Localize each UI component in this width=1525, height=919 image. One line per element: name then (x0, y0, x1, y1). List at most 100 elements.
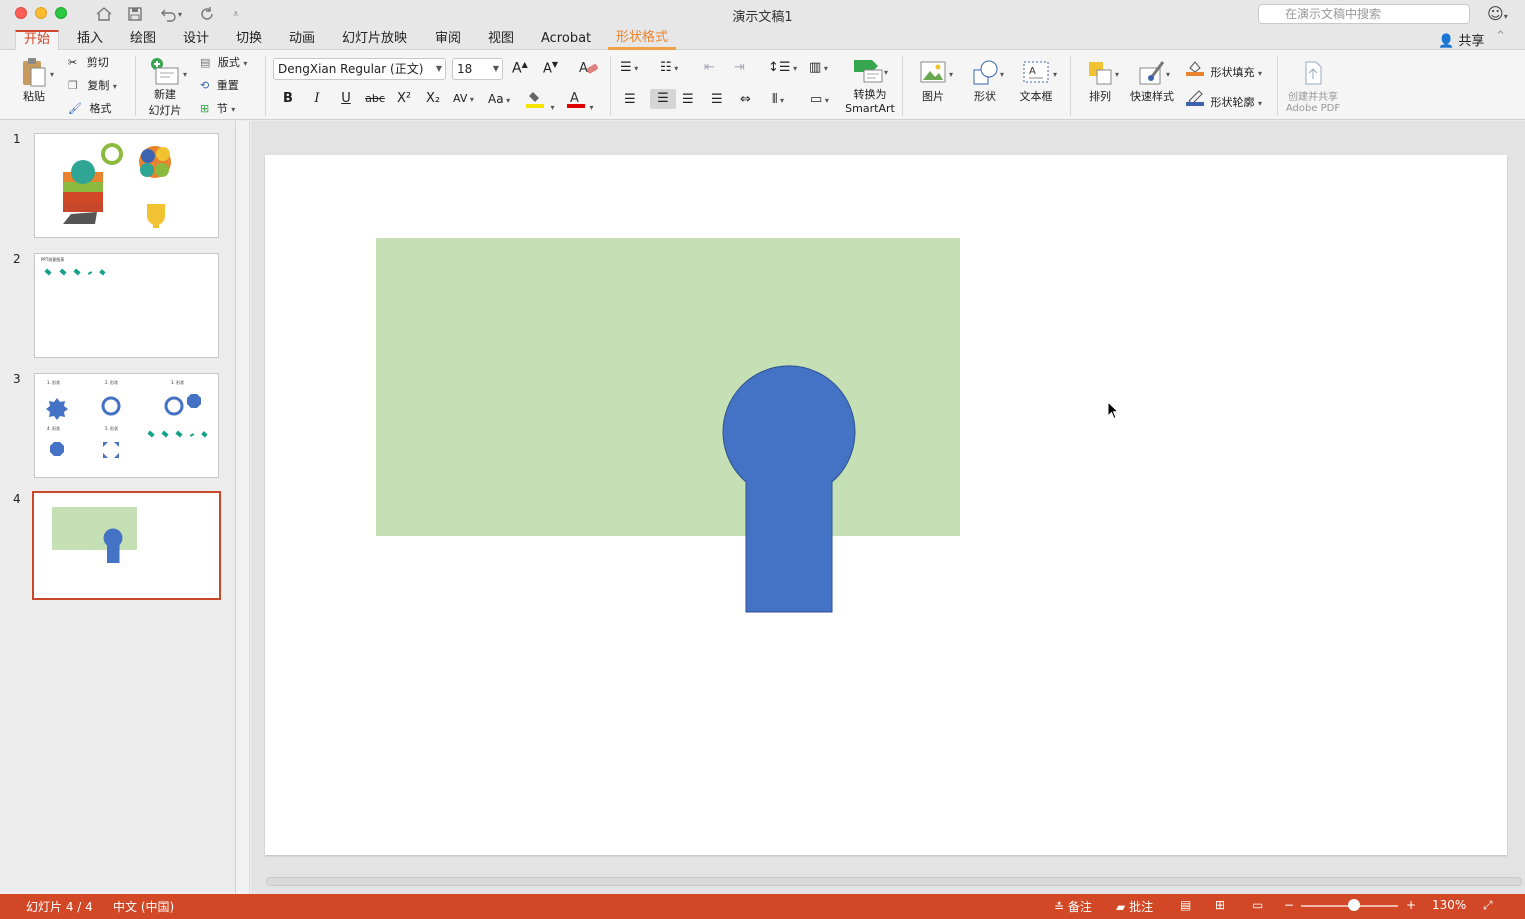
slide-sorter-icon[interactable]: ⊞ (1215, 898, 1225, 912)
format-painter-button[interactable]: 🖌 格式 (68, 100, 111, 116)
font-color-icon[interactable]: A ▾ (566, 90, 594, 113)
change-case-icon[interactable]: Aa ▾ (488, 92, 510, 106)
increase-indent-icon[interactable]: ⇥ (734, 60, 745, 75)
slide-thumbnail-1[interactable] (34, 133, 219, 238)
close-window-button[interactable] (15, 7, 27, 19)
zoom-in-icon[interactable]: + (1406, 898, 1416, 912)
share-button[interactable]: 👤 共享 (1438, 30, 1484, 49)
customize-toolbar-icon[interactable]: ⩡ (233, 4, 239, 24)
tab-transitions[interactable]: 切换 (228, 30, 270, 50)
zoom-window-button[interactable] (55, 7, 67, 19)
strikethrough-button[interactable]: abc (362, 89, 388, 109)
paste-dropdown-icon[interactable]: ▾ (50, 70, 54, 79)
shapes-button[interactable]: 形状 (964, 58, 1006, 104)
tab-shape-format[interactable]: 形状格式 (608, 30, 677, 50)
justify-icon[interactable]: ☰ (711, 92, 723, 107)
underline-button[interactable]: U (333, 89, 359, 109)
tab-animations[interactable]: 动画 (281, 30, 323, 50)
create-share-pdf-button[interactable]: 创建并共享 Adobe PDF (1283, 58, 1343, 114)
quick-styles-button[interactable]: 快速样式 (1128, 58, 1176, 104)
layout-button[interactable]: ▤ 版式 ▾ (200, 54, 247, 70)
tab-view[interactable]: 视图 (480, 30, 522, 50)
paste-icon (23, 58, 46, 87)
slide-content (376, 238, 960, 613)
distribute-icon[interactable]: ⇔ (740, 92, 751, 107)
align-right-icon[interactable]: ☰ (682, 92, 694, 107)
feedback-smiley-icon[interactable]: ☺▾ (1487, 4, 1508, 23)
text-direction-icon[interactable]: ⫴ ▾ (772, 92, 784, 107)
align-text-icon[interactable]: ▭ ▾ (810, 92, 829, 107)
section-button[interactable]: ⊞ 节 ▾ (200, 100, 235, 116)
convert-smartart-label-1: 转换为 (853, 88, 887, 101)
italic-button[interactable]: I (304, 89, 330, 109)
undo-dropdown-icon[interactable]: ▾ (178, 10, 182, 19)
smartart-dropdown-icon[interactable]: ▾ (884, 68, 888, 77)
tab-slideshow[interactable]: 幻灯片放映 (334, 30, 415, 50)
search-input[interactable]: 在演示文稿中搜索 (1258, 4, 1470, 24)
textbox-button[interactable]: A 文本框 (1015, 58, 1057, 104)
convert-smartart-button[interactable]: 转换为 SmartArt (844, 56, 896, 115)
decrease-font-icon[interactable]: A▼ (543, 60, 558, 76)
slide-thumbnail-2[interactable]: PPT创意图表 (34, 253, 219, 358)
align-left-icon[interactable]: ☰ (624, 92, 636, 107)
copy-button[interactable]: ❐ 复制 ▾ (68, 77, 117, 93)
increase-font-icon[interactable]: A▲ (512, 60, 528, 77)
textbox-label: 文本框 (1019, 90, 1053, 103)
tab-acrobat[interactable]: Acrobat (533, 30, 599, 50)
slide-thumbnail-3[interactable]: 1. 形状 2. 形状 3. 形状 4. 形状 5. 形状 (34, 373, 219, 478)
slide-thumbnail-4[interactable] (32, 491, 221, 600)
undo-icon[interactable]: ▾ (160, 4, 182, 24)
shape-outline-button[interactable]: 形状轮廓 ▾ (1186, 90, 1262, 110)
char-spacing-icon[interactable]: AV ▾ (453, 92, 474, 105)
collapse-ribbon-icon[interactable]: ⌃ (1495, 29, 1506, 44)
slideshow-view-icon[interactable]: ▭ (1252, 898, 1263, 912)
save-icon[interactable] (127, 4, 143, 24)
language-indicator[interactable]: 中文 (中国) (113, 898, 174, 915)
horizontal-scrollbar[interactable] (266, 877, 1522, 886)
copy-dropdown-icon[interactable]: ▾ (113, 82, 117, 91)
font-size-select[interactable]: 18 ▼ (452, 58, 503, 80)
line-spacing-icon[interactable]: ↕☰ ▾ (768, 60, 797, 75)
notes-button[interactable]: ≛ 备注 (1054, 898, 1092, 915)
slide-canvas[interactable] (265, 155, 1507, 855)
home-icon[interactable] (95, 4, 113, 24)
bullets-icon[interactable]: ☰ ▾ (620, 60, 638, 75)
new-slide-dropdown-icon[interactable]: ▾ (183, 70, 187, 79)
tab-insert[interactable]: 插入 (69, 30, 111, 50)
picture-button[interactable]: 图片 (912, 58, 954, 104)
green-rectangle-shape[interactable] (376, 238, 960, 536)
cut-button[interactable]: ✂ 剪切 (68, 54, 109, 70)
decrease-indent-icon[interactable]: ⇤ (704, 60, 715, 75)
highlight-color-icon[interactable]: ▾ (525, 90, 555, 113)
thumbnail-scrollbar[interactable] (236, 121, 250, 894)
tab-design[interactable]: 设计 (175, 30, 217, 50)
tab-home[interactable]: 开始 (15, 30, 60, 51)
minimize-window-button[interactable] (35, 7, 47, 19)
arrange-button[interactable]: 排列 (1080, 58, 1120, 104)
svg-text:A: A (579, 61, 588, 76)
fit-to-window-icon[interactable]: ⤢ (1483, 898, 1493, 913)
tab-review[interactable]: 审阅 (427, 30, 469, 50)
columns-icon[interactable]: ▥ ▾ (809, 60, 828, 75)
new-slide-button[interactable]: 新建 幻灯片 (142, 56, 188, 118)
subscript-button[interactable]: X₂ (420, 89, 446, 109)
zoom-level[interactable]: 130% (1432, 898, 1466, 912)
shape-fill-button[interactable]: 形状填充 ▾ (1186, 60, 1262, 80)
comments-button[interactable]: ▰ 批注 (1116, 898, 1153, 915)
new-slide-icon (151, 58, 179, 85)
normal-view-icon[interactable]: ▤ (1180, 898, 1191, 912)
paste-button[interactable]: 粘贴 (14, 56, 54, 104)
zoom-out-icon[interactable]: − (1284, 898, 1294, 912)
reset-button[interactable]: ⟲ 重置 (200, 77, 239, 93)
align-center-icon[interactable]: ☰ (650, 89, 676, 109)
clear-formatting-icon[interactable]: A (578, 58, 600, 81)
zoom-slider-knob[interactable] (1348, 899, 1360, 911)
ribbon-tabs: 开始 插入 绘图 设计 切换 动画 幻灯片放映 审阅 视图 Acrobat 形状… (0, 28, 1525, 51)
superscript-button[interactable]: X² (391, 89, 417, 109)
redo-icon[interactable] (199, 4, 215, 24)
font-name-select[interactable]: DengXian Regular (正文) ▼ (273, 58, 446, 80)
bold-button[interactable]: B (275, 89, 301, 109)
slide-thumbnail-pane[interactable]: 1 2 PPT创意图表 3 1. 形状 2. 形状 3. 形状 4. 形状 5.… (0, 121, 236, 894)
numbering-icon[interactable]: ☷ ▾ (660, 60, 678, 75)
tab-draw[interactable]: 绘图 (122, 30, 164, 50)
